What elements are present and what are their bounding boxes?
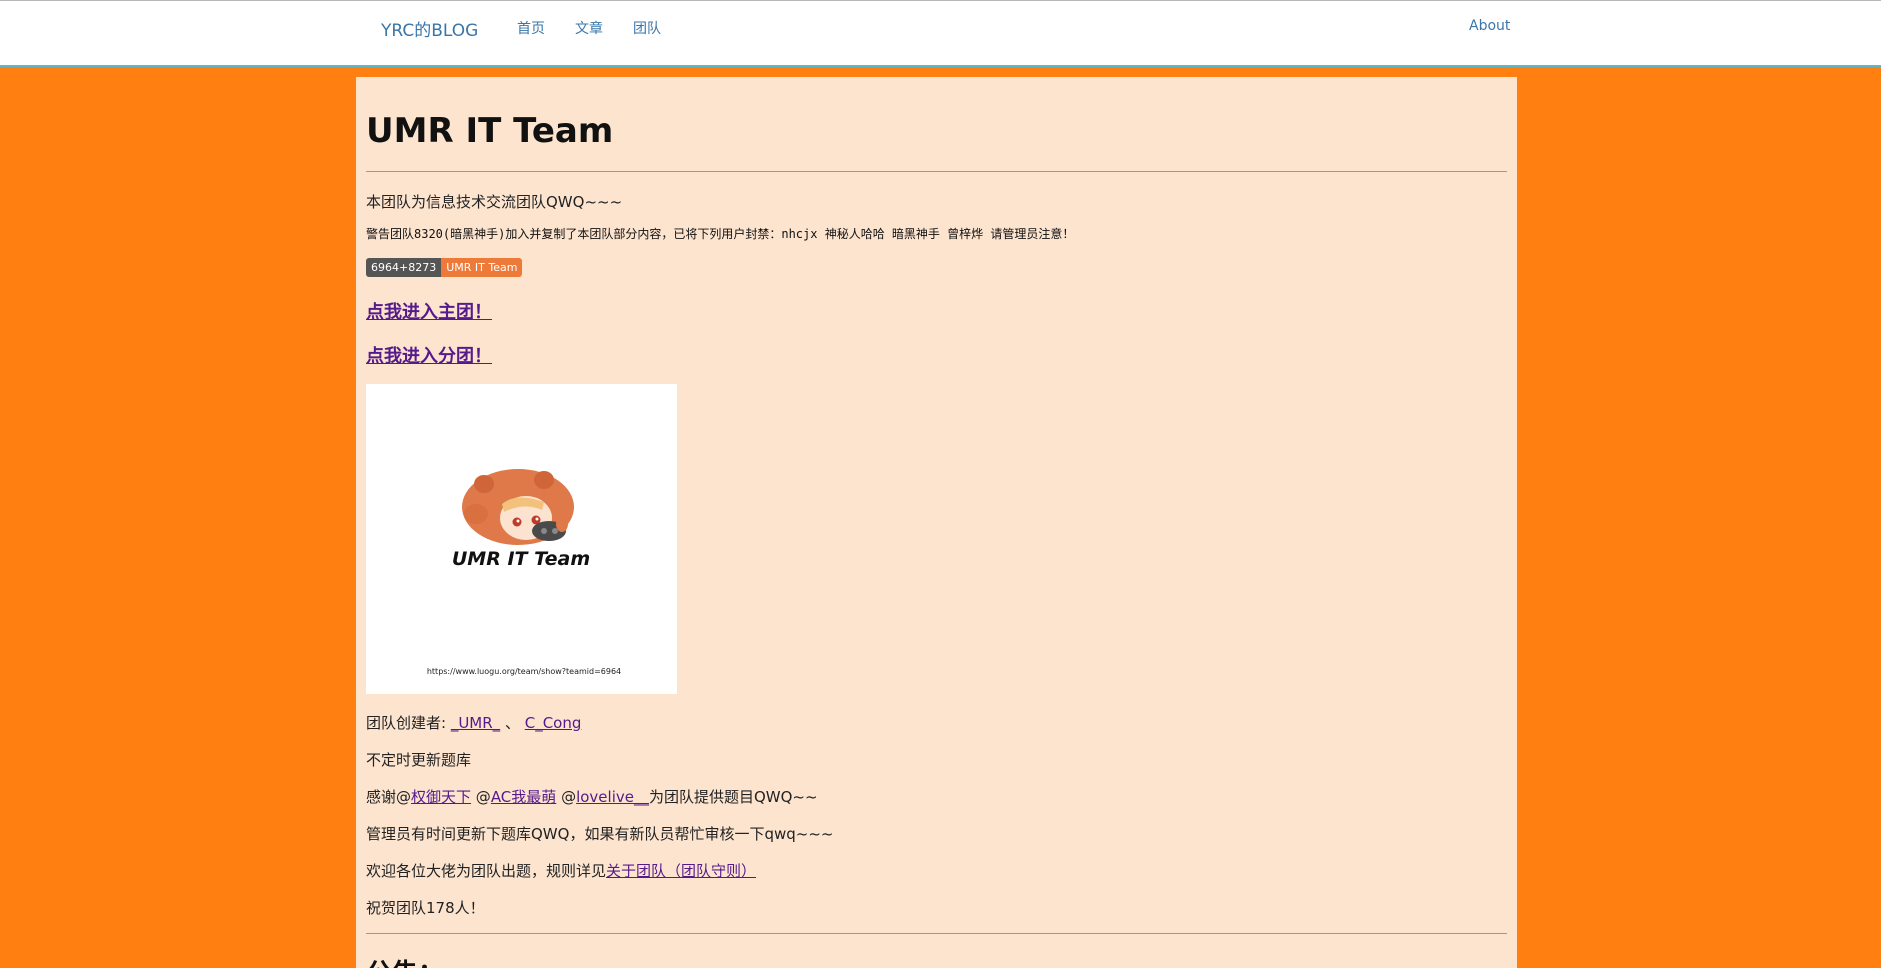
creator-separator: 、 <box>500 714 525 732</box>
team-badge: 6964+8273 UMR IT Team <box>366 258 523 277</box>
divider <box>366 171 1507 172</box>
creator-link-umr[interactable]: _UMR_ <box>451 714 500 732</box>
thanks-user-link-1[interactable]: 权御天下 <box>411 788 471 806</box>
badge-team-ids: 6964+8273 <box>366 258 442 277</box>
thanks-at-2: @ <box>471 788 491 806</box>
thanks-user-link-2[interactable]: AC我最萌 <box>491 788 556 806</box>
thanks-line: 感谢@权御天下 @AC我最萌 @lovelive__为团队提供题目QWQ~~ <box>366 786 818 807</box>
thanks-user-link-3[interactable]: lovelive__ <box>576 788 649 806</box>
thanks-suffix: 为团队提供题目QWQ~~ <box>648 788 818 806</box>
nav-link-articles[interactable]: 文章 <box>575 18 603 38</box>
brand-link[interactable]: YRC的BLOG <box>381 16 478 41</box>
creator-link-ccong[interactable]: C_Cong <box>525 714 582 732</box>
creator-line: 团队创建者: _UMR_ 、 C_Cong <box>366 712 581 733</box>
team-logo-graphic: UMR IT Team https://www.luogu.org/team/s… <box>427 469 621 676</box>
logo-url: https://www.luogu.org/team/show?teamid=6… <box>427 667 621 676</box>
page-title: UMR IT Team <box>366 111 614 151</box>
warning-text: 警告团队8320(暗黑神手)加入并复制了本团队部分内容，已将下列用户封禁：nhc… <box>366 227 1075 241</box>
main-team-link[interactable]: 点我进入主团！ <box>366 298 492 324</box>
thanks-prefix: 感谢@ <box>366 788 412 806</box>
main-content: UMR IT Team 本团队为信息技术交流团队QWQ~~~ 警告团队8320(… <box>356 77 1517 968</box>
logo-title: UMR IT Team <box>452 548 590 570</box>
congrats-note: 祝贺团队178人！ <box>366 899 485 917</box>
badge-team-name: UMR IT Team <box>441 258 523 277</box>
rules-link[interactable]: 关于团队（团队守则） <box>606 862 756 880</box>
team-logo-image: UMR IT Team https://www.luogu.org/team/s… <box>366 384 677 694</box>
creator-label: 团队创建者: <box>366 714 451 732</box>
thanks-at-3: @ <box>556 788 577 806</box>
update-note: 不定时更新题库 <box>366 751 472 769</box>
sub-team-link[interactable]: 点我进入分团！ <box>366 342 492 368</box>
nav-link-about[interactable]: About <box>1469 18 1510 34</box>
divider <box>366 933 1507 934</box>
team-intro: 本团队为信息技术交流团队QWQ~~~ <box>366 193 623 211</box>
welcome-prefix: 欢迎各位大佬为团队出题，规则详见 <box>366 862 607 880</box>
notice-heading: 公告： <box>366 953 444 968</box>
top-navbar: YRC的BLOG 首页 文章 团队 About <box>0 0 1881 67</box>
nav-link-team[interactable]: 团队 <box>633 18 661 38</box>
nav-link-home[interactable]: 首页 <box>517 18 545 38</box>
admin-note: 管理员有时间更新下题库QWQ，如果有新队员帮忙审核一下qwq~~~ <box>366 825 834 843</box>
welcome-line: 欢迎各位大佬为团队出题，规则详见关于团队（团队守则） <box>366 860 756 881</box>
